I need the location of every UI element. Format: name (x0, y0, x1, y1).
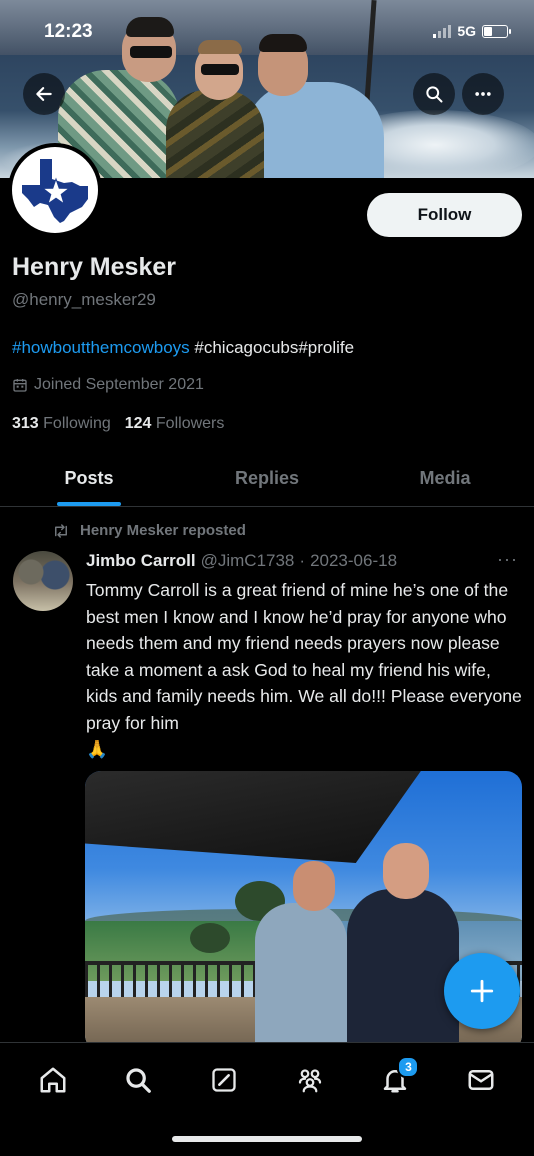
tab-media[interactable]: Media (356, 450, 534, 506)
follow-button[interactable]: Follow (367, 193, 522, 237)
search-icon (126, 1068, 152, 1093)
nav-communities[interactable] (286, 1056, 334, 1104)
post-author-name[interactable]: Jimbo Carroll (86, 551, 196, 571)
sunglasses-middle (201, 64, 239, 75)
followers-link[interactable]: 124 Followers (125, 415, 225, 433)
arrow-left-icon (36, 87, 52, 101)
notifications-badge: 3 (397, 1056, 420, 1078)
following-count: 313 (12, 415, 39, 432)
followers-count: 124 (124, 415, 152, 432)
profile-name: Henry Mesker (12, 253, 176, 281)
banner-person-right-hair (259, 34, 307, 52)
battery-icon (482, 24, 511, 38)
post-author-handle[interactable]: @JimC1738 (201, 551, 295, 571)
more-options-button[interactable] (462, 73, 504, 115)
search-icon (426, 86, 443, 103)
status-time: 12:23 (44, 21, 93, 42)
post-separator: · (299, 551, 306, 570)
repost-indicator: Henry Mesker reposted (52, 522, 246, 539)
plus-icon (470, 979, 494, 1003)
banner-person-right (244, 82, 384, 178)
network-label: 5G (457, 23, 476, 39)
post-header: Jimbo Carroll @JimC1738 · 2023-06-18 (86, 551, 526, 571)
back-button[interactable] (23, 73, 65, 115)
more-horizontal-icon (475, 92, 491, 96)
communities-icon (298, 1069, 321, 1093)
home-indicator (172, 1136, 362, 1142)
calendar-icon (13, 379, 27, 392)
bio-text: #chicagocubs#prolife (189, 338, 355, 357)
texas-star-icon (22, 159, 88, 223)
image-person-left-head (293, 861, 335, 911)
status-icons: 5G (433, 23, 511, 39)
nav-search[interactable] (114, 1056, 162, 1104)
avatar-image (12, 147, 98, 233)
sunglasses-left (130, 46, 172, 58)
profile-handle: @henry_mesker29 (12, 290, 156, 309)
repost-icon (55, 523, 67, 538)
nav-home[interactable] (29, 1056, 77, 1104)
post-author-avatar[interactable] (13, 551, 73, 611)
followers-label: Followers (155, 415, 225, 432)
joined-label: Joined September 2021 (34, 376, 204, 393)
image-person-right (347, 889, 459, 1051)
following-link[interactable]: 313 Following (12, 415, 111, 433)
repost-label[interactable]: Henry Mesker reposted (80, 522, 246, 539)
banner-person-middle (166, 90, 264, 178)
profile-tabs: Posts Replies Media (0, 450, 534, 507)
compose-post-button[interactable] (444, 953, 520, 1029)
nav-notifications[interactable]: 3 (371, 1056, 420, 1104)
banner-person-left-hair (126, 17, 174, 37)
post-text: Tommy Carroll is a great friend of mine … (86, 577, 526, 763)
following-label: Following (43, 415, 111, 432)
nav-row: 3 (0, 1055, 534, 1105)
follow-counts: 313 Following 124 Followers (12, 415, 224, 433)
post-body: Tommy Carroll is a great friend of mine … (86, 580, 522, 733)
nav-grok[interactable] (200, 1056, 248, 1104)
messages-icon (468, 1070, 494, 1090)
banner-person-middle-hair (198, 40, 242, 54)
home-icon (40, 1067, 66, 1093)
praying-hands-emoji: 🙏 (86, 739, 108, 759)
nav-messages[interactable] (457, 1056, 505, 1104)
post-date[interactable]: 2023-06-18 (310, 551, 397, 571)
profile-avatar[interactable] (8, 143, 102, 237)
grok-icon (212, 1068, 236, 1092)
joined-date: Joined September 2021 (12, 376, 204, 394)
image-awning (85, 771, 435, 863)
profile-bio: #howboutthemcowboys #chicagocubs#prolife (12, 338, 354, 358)
post-more-icon[interactable]: ··· (497, 549, 518, 570)
image-person-left (255, 903, 347, 1051)
profile-search-button[interactable] (413, 73, 455, 115)
signal-icon (433, 24, 452, 38)
image-person-right-head (383, 843, 429, 899)
tab-posts[interactable]: Posts (0, 450, 178, 506)
bio-hashtag-link[interactable]: #howboutthemcowboys (12, 338, 190, 357)
tab-replies[interactable]: Replies (178, 450, 356, 506)
image-tree-small (190, 923, 230, 953)
